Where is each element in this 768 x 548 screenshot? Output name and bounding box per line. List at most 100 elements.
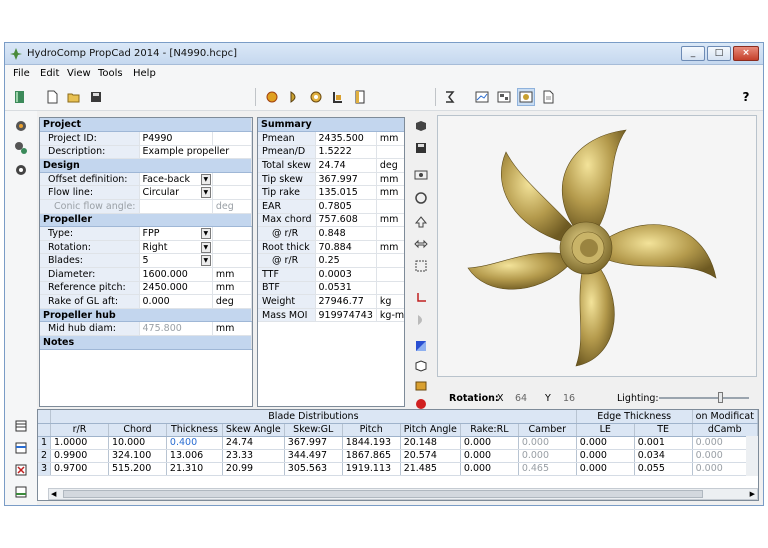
help-icon[interactable]: ? (737, 88, 755, 106)
menu-help[interactable]: Help (133, 68, 156, 79)
column-header[interactable]: Skew Angle (222, 423, 285, 437)
column-header[interactable]: r/R (50, 423, 109, 437)
table-cell[interactable]: 1.0000 (50, 436, 109, 450)
table-cell[interactable]: 23.33 (222, 449, 285, 463)
table-cell[interactable]: 20.99 (222, 462, 285, 476)
blades-select[interactable]: 5 ▼ (139, 253, 213, 269)
table-cell[interactable]: 21.310 (166, 462, 223, 476)
zoom-fit-icon[interactable] (412, 257, 430, 275)
row-number[interactable]: 1 (38, 436, 52, 450)
table-cell[interactable]: 1867.865 (342, 449, 401, 463)
table-cell[interactable]: 0.001 (634, 436, 693, 450)
column-header[interactable]: Chord (108, 423, 167, 437)
column-header[interactable]: Pitch (342, 423, 401, 437)
table-cell[interactable]: 1844.193 (342, 436, 401, 450)
table-cell[interactable]: 305.563 (284, 462, 343, 476)
chart-icon[interactable] (473, 88, 491, 106)
row-number[interactable]: 2 (38, 449, 52, 463)
project-id-field[interactable]: P4990 (139, 131, 213, 146)
table-cell[interactable]: 0.000 (576, 449, 635, 463)
table-cell[interactable]: 0.055 (634, 462, 693, 476)
scroll-right-icon[interactable]: ▶ (750, 489, 755, 499)
table-cell[interactable]: 0.034 (634, 449, 693, 463)
table-cell[interactable]: 0.000 (460, 462, 519, 476)
column-header[interactable]: Rake:RL (460, 423, 519, 437)
diameter-field[interactable]: 1600.000 (139, 267, 213, 282)
table-cell[interactable]: 0.000 (460, 436, 519, 450)
close-button[interactable]: × (733, 46, 759, 61)
report-icon[interactable] (539, 88, 557, 106)
grid-horizontal-scrollbar[interactable]: ◀ ▶ (48, 488, 758, 500)
table-cell[interactable]: 367.997 (284, 436, 343, 450)
scroll-left-icon[interactable]: ◀ (51, 489, 56, 499)
table-view-icon[interactable] (12, 417, 30, 435)
lighting-slider-thumb[interactable] (718, 392, 723, 403)
minimize-button[interactable]: _ (681, 46, 705, 61)
dropdown-arrow-icon[interactable]: ▼ (200, 241, 211, 253)
table-cell[interactable]: 0.000 (576, 462, 635, 476)
column-header[interactable]: Skew:GL (284, 423, 343, 437)
column-header[interactable]: Pitch Angle (400, 423, 461, 437)
table-cell[interactable]: 0.000 (460, 449, 519, 463)
gear-icon[interactable] (12, 161, 30, 179)
import-table-icon[interactable] (12, 439, 30, 457)
rotate-up-icon[interactable] (412, 213, 430, 231)
book-icon[interactable] (11, 88, 29, 106)
column-header[interactable]: TE (634, 423, 693, 437)
color-fill-icon[interactable] (412, 337, 430, 355)
table-cell[interactable]: 515.200 (108, 462, 167, 476)
save-icon[interactable] (87, 88, 105, 106)
row-number[interactable]: 3 (38, 462, 52, 476)
menu-view[interactable]: View (67, 68, 91, 79)
export-table-icon[interactable] (12, 483, 30, 501)
dropdown-arrow-icon[interactable]: ▼ (200, 228, 211, 240)
mid-hub-diam-field[interactable]: 475.800 (139, 321, 213, 336)
lighting-slider-track[interactable] (659, 392, 749, 403)
table-cell[interactable]: 0.9700 (50, 462, 109, 476)
open-folder-icon[interactable] (65, 88, 83, 106)
rotation-select[interactable]: Right ▼ (139, 240, 213, 255)
table-cell[interactable]: 20.574 (400, 449, 461, 463)
menu-file[interactable]: File (13, 68, 30, 79)
new-file-icon[interactable] (43, 88, 61, 106)
description-field[interactable]: Example propeller (139, 145, 252, 160)
dropdown-arrow-icon[interactable]: ▼ (200, 173, 211, 185)
propeller-view-icon[interactable] (307, 88, 325, 106)
pan-horizontal-icon[interactable] (412, 235, 430, 253)
save-view-icon[interactable] (412, 139, 430, 157)
grid-icon[interactable] (495, 88, 513, 106)
offset-definition-select[interactable]: Face-back ▼ (139, 172, 213, 187)
table-cell[interactable]: 21.485 (400, 462, 461, 476)
cube-view-icon[interactable] (412, 117, 430, 135)
table-cell[interactable]: 0.465 (518, 462, 577, 476)
blade-section-icon[interactable] (263, 88, 281, 106)
rotate-view-icon[interactable] (412, 189, 430, 207)
table-cell[interactable]: 0.9900 (50, 449, 109, 463)
menu-tools[interactable]: Tools (98, 68, 123, 79)
scroll-thumb[interactable] (63, 490, 703, 498)
rotation-x-value[interactable]: 64 (515, 393, 527, 404)
reference-pitch-field[interactable]: 2450.000 (139, 281, 213, 296)
table-cell[interactable]: 0.000 (518, 449, 577, 463)
column-header[interactable]: dCamb (692, 423, 758, 437)
shade-icon[interactable] (412, 311, 430, 329)
flow-line-select[interactable]: Circular ▼ (139, 185, 213, 201)
table-cell[interactable]: 13.006 (166, 449, 223, 463)
table-cell[interactable]: 324.100 (108, 449, 167, 463)
hub-view-icon[interactable] (329, 88, 347, 106)
table-cell[interactable]: 1919.113 (342, 462, 401, 476)
camera-settings-icon[interactable] (412, 165, 430, 183)
rake-gl-aft-field[interactable]: 0.000 (139, 294, 213, 309)
menu-edit[interactable]: Edit (40, 68, 59, 79)
table-cell[interactable]: 24.74 (222, 436, 285, 450)
table-cell[interactable]: 0.000 (518, 436, 577, 450)
column-header[interactable]: Thickness (166, 423, 223, 437)
table-cell[interactable]: 0.000 (576, 436, 635, 450)
gear-pair-icon[interactable] (12, 139, 30, 157)
sheet-view-icon[interactable] (351, 88, 369, 106)
column-header[interactable]: Camber (518, 423, 577, 437)
delete-rows-icon[interactable] (12, 461, 30, 479)
type-select[interactable]: FPP ▼ (139, 226, 213, 241)
propeller-3d-viewport[interactable] (437, 115, 757, 377)
table-cell[interactable]: 344.497 (284, 449, 343, 463)
